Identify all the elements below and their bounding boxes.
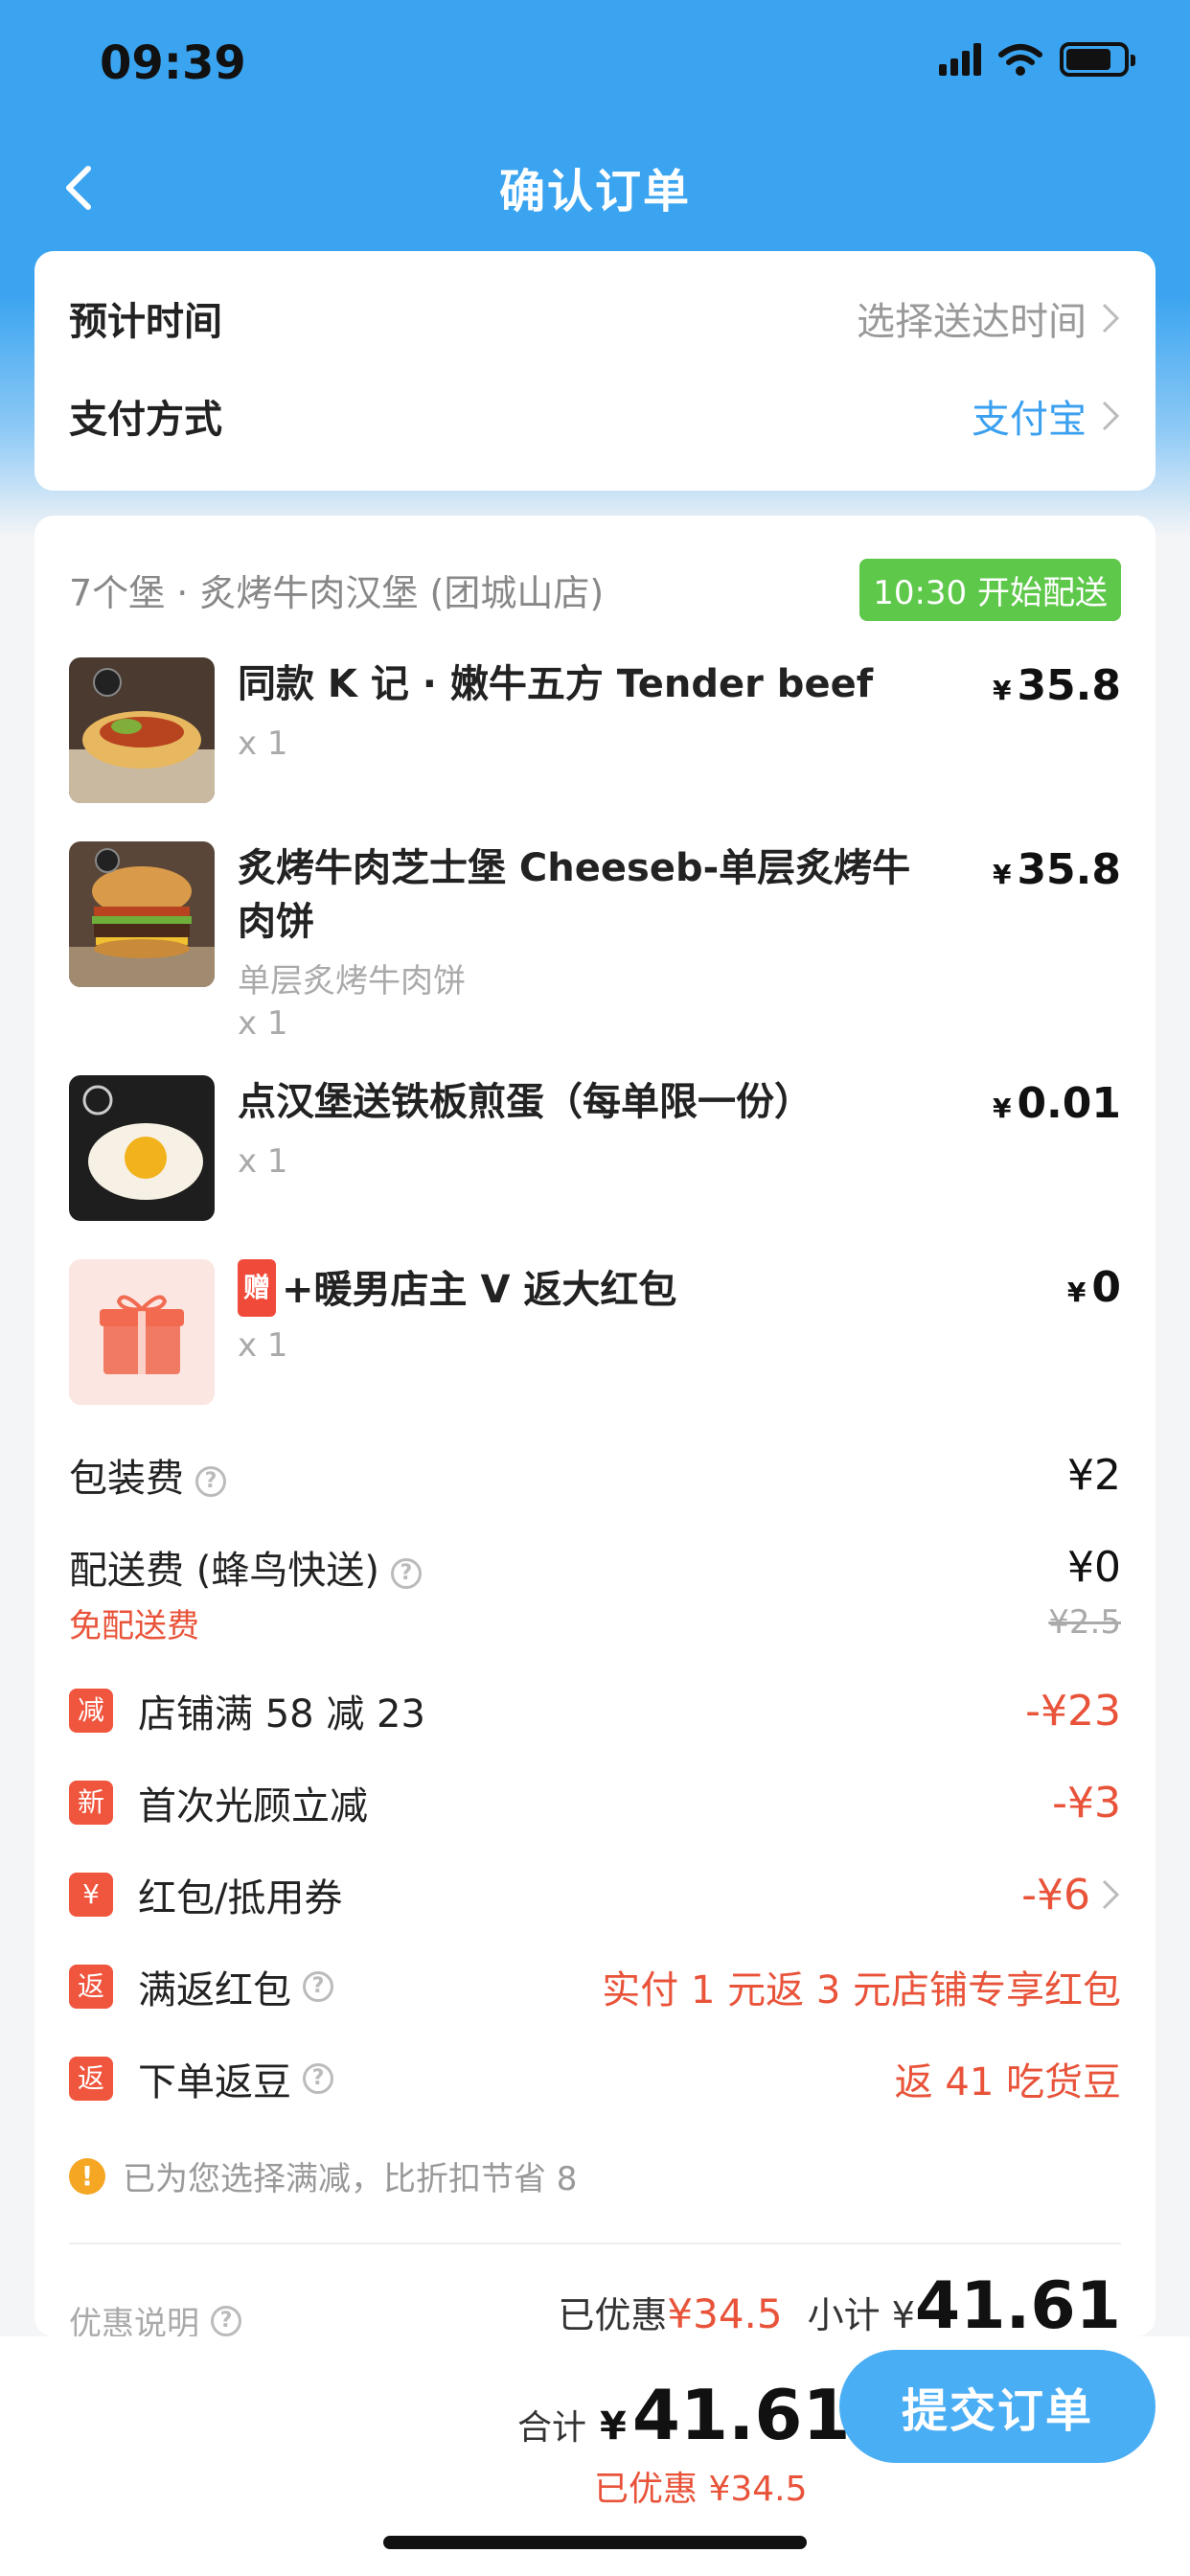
promo-value: 实付 1 元返 3 元店铺专享红包 [602, 1968, 1121, 2012]
promo-badge: 新 [69, 1781, 113, 1825]
info-icon: ! [69, 2157, 105, 2195]
page-title: 确认订单 [498, 165, 691, 218]
delivery-start-badge: 10:30 开始配送 [859, 558, 1121, 621]
promo-label: 红包/抵用券 [138, 1876, 343, 1920]
item-qty: x 1 [238, 724, 288, 763]
back-arrow-icon[interactable] [54, 161, 107, 215]
total-label: 合计 [517, 2408, 587, 2448]
home-indicator [383, 2536, 807, 2549]
item-name: 赠 +暖男店主 V 返大红包 [238, 1259, 927, 1317]
summary-row: 优惠说明? 已优惠¥34.5 小计 ¥41.61 [69, 2268, 1121, 2344]
promo-value: -¥6 [1021, 1870, 1090, 1920]
payment-method-label: 支付方式 [69, 398, 222, 442]
savings-notice-text: 已为您选择满减，比折扣节省 8 [123, 2160, 578, 2198]
packaging-fee-row: 包装费? ¥2 [69, 1441, 1121, 1508]
packaging-fee-value: ¥2 [1067, 1450, 1121, 1500]
item-qty: x 1 [238, 1004, 288, 1043]
promo-row: 返满返红包? 实付 1 元返 3 元店铺专享红包 [69, 1953, 1121, 2020]
delivery-fee-value: ¥0 [1067, 1542, 1121, 1592]
item-price: ¥0 [1066, 1263, 1121, 1312]
nav-bar: 确认订单 [0, 134, 1190, 240]
promo-label: 店铺满 58 减 23 [138, 1692, 425, 1736]
packaging-fee-label: 包装费 [69, 1457, 184, 1501]
promo-badge: 返 [69, 1965, 113, 2009]
delivery-card: 预计时间 选择送达时间 支付方式 支付宝 [34, 251, 1156, 491]
order-item: 炙烤牛肉芝士堡 Cheeseb-单层炙烤牛肉饼 单层炙烤牛肉饼 x 1 ¥35.… [69, 841, 1121, 1043]
fried-egg-thumbnail [69, 1075, 215, 1221]
item-name: 同款 K 记 · 嫩牛五方 Tender beef [238, 662, 874, 706]
coupon-row[interactable]: ¥ 红包/抵用券 -¥6 [69, 1861, 1121, 1928]
free-delivery-text: 免配送费 [69, 1606, 199, 1645]
gift-badge: 赠 [238, 1259, 277, 1317]
delivery-original-price: ¥2.5 [1048, 1603, 1121, 1642]
delivery-fee-label: 配送费 (蜂鸟快送) [69, 1549, 379, 1593]
item-qty: x 1 [238, 1142, 288, 1181]
promo-label: 满返红包 [138, 1968, 291, 2012]
divider [69, 2242, 1121, 2244]
order-item: 赠 +暖男店主 V 返大红包 x 1 ¥0 [69, 1259, 1121, 1413]
free-delivery-row: 免配送费 ¥2.5 [69, 1598, 1121, 1646]
item-price: ¥0.01 [992, 1079, 1121, 1128]
shop-name: 7个堡 · 炙烤牛肉汉堡 (团城山店) [69, 571, 605, 614]
chevron-right-icon [1102, 401, 1120, 431]
savings-notice: ! 已为您选择满减，比折扣节省 8 [69, 2152, 1121, 2199]
item-name: 点汉堡送铁板煎蛋（每单限一份） [238, 1080, 812, 1124]
chevron-right-icon [1102, 1879, 1120, 1910]
delivery-time-label: 预计时间 [69, 300, 222, 344]
item-option: 单层炙烤牛肉饼 [238, 962, 466, 1000]
help-icon[interactable]: ? [390, 1558, 422, 1589]
order-item: 同款 K 记 · 嫩牛五方 Tender beef x 1 ¥35.8 [69, 657, 1121, 811]
total-amount: 41.61 [631, 2375, 851, 2455]
item-price: ¥35.8 [992, 845, 1121, 894]
chevron-right-icon [1102, 303, 1120, 334]
promo-label: 首次光顾立减 [138, 1784, 368, 1828]
promo-badge: 返 [69, 2057, 113, 2101]
help-icon[interactable]: ? [211, 2305, 241, 2336]
gift-icon [69, 1259, 215, 1405]
total-currency: ¥ [600, 2404, 627, 2449]
summary-subtotal: 小计 ¥41.61 [807, 2268, 1121, 2344]
promo-value: -¥3 [1052, 1778, 1121, 1828]
cheeseburger-thumbnail [69, 841, 215, 987]
shop-row: 7个堡 · 炙烤牛肉汉堡 (团城山店) 10:30 开始配送 [69, 556, 1121, 623]
help-icon[interactable]: ? [303, 1971, 333, 2002]
promo-value: 返 41 吃货豆 [894, 2060, 1121, 2104]
delivery-time-row[interactable]: 预计时间 选择送达时间 [69, 270, 1121, 366]
status-time: 09:39 [100, 36, 246, 90]
item-qty: x 1 [238, 1326, 288, 1365]
order-card: 7个堡 · 炙烤牛肉汉堡 (团城山店) 10:30 开始配送 同款 K 记 · … [34, 516, 1156, 2344]
promo-row: 新首次光顾立减 -¥3 [69, 1769, 1121, 1836]
summary-discount: 已优惠¥34.5 [558, 2290, 783, 2337]
delivery-fee-row: 配送费 (蜂鸟快送)? ¥0 [69, 1533, 1121, 1600]
promo-badge: 减 [69, 1689, 113, 1733]
promo-value: -¥23 [1025, 1686, 1121, 1736]
order-item: 点汉堡送铁板煎蛋（每单限一份） x 1 ¥0.01 [69, 1075, 1121, 1229]
item-name: 炙烤牛肉芝士堡 Cheeseb-单层炙烤牛肉饼 [238, 846, 911, 944]
battery-icon [1060, 42, 1135, 77]
status-icons [939, 42, 1135, 77]
help-icon[interactable]: ? [303, 2063, 333, 2094]
payment-method-row[interactable]: 支付方式 支付宝 [69, 368, 1121, 464]
promo-row: 减店铺满 58 减 23 -¥23 [69, 1677, 1121, 1744]
payment-method-value: 支付宝 [972, 398, 1087, 442]
status-bar: 09:39 [0, 0, 1190, 125]
wifi-icon [998, 44, 1042, 76]
delivery-time-value: 选择送达时间 [857, 300, 1087, 344]
help-icon[interactable]: ? [195, 1466, 226, 1497]
promo-badge: ¥ [69, 1873, 113, 1917]
item-price: ¥35.8 [992, 661, 1121, 710]
promo-label: 下单返豆 [138, 2060, 291, 2104]
total-line: 合计 ¥ 41.61 [517, 2375, 851, 2455]
promo-row: 返下单返豆? 返 41 吃货豆 [69, 2045, 1121, 2112]
total-saved: 已优惠 ¥34.5 [594, 2470, 808, 2509]
signal-icon [939, 43, 981, 76]
tender-beef-thumbnail [69, 657, 215, 803]
submit-order-button[interactable]: 提交订单 [839, 2350, 1156, 2463]
